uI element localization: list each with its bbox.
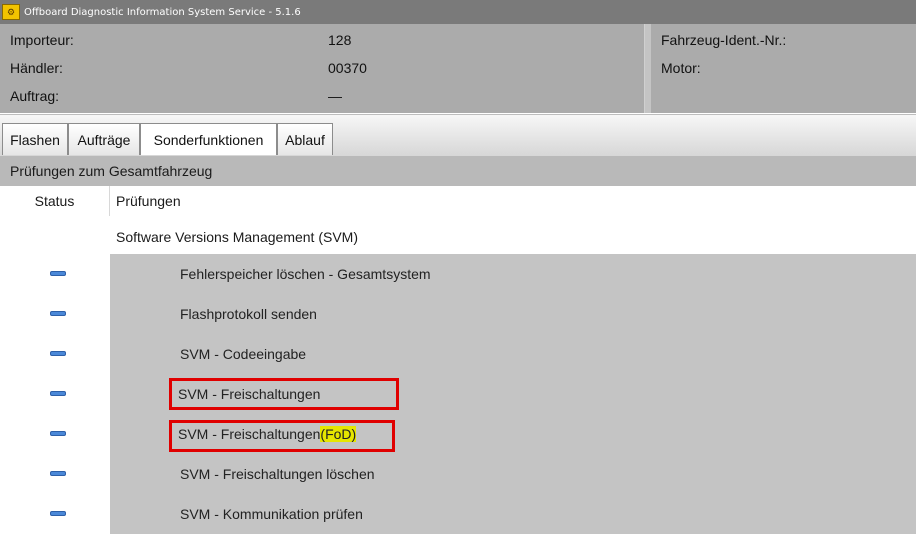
list-item[interactable]: Flashprotokoll senden xyxy=(0,294,916,334)
tab-bar: Flashen Aufträge Sonderfunktionen Ablauf xyxy=(0,114,916,157)
haendler-label: Händler: xyxy=(10,60,63,76)
importeur-value: 128 xyxy=(328,32,352,48)
column-header-status: Status xyxy=(0,186,110,216)
group-title-svm: Software Versions Management (SVM) xyxy=(116,229,358,245)
vehicle-info-panel: Fahrzeug-Ident.-Nr.: Motor: xyxy=(651,24,916,113)
highlight-box-freischaltungen-fod xyxy=(169,420,395,452)
highlight-box-freischaltungen xyxy=(169,378,399,410)
tab-auftraege[interactable]: Aufträge xyxy=(68,123,140,155)
status-indicator-icon xyxy=(50,391,66,396)
status-indicator-icon xyxy=(50,311,66,316)
list-item-label: Flashprotokoll senden xyxy=(180,306,317,322)
list-item[interactable]: SVM - Codeeingabe xyxy=(0,334,916,374)
status-indicator-icon xyxy=(50,511,66,516)
haendler-value: 00370 xyxy=(328,60,367,76)
dealer-info-panel: Importeur: 128 Händler: 00370 Auftrag: — xyxy=(0,24,645,113)
list-item[interactable]: SVM - Freischaltungen löschen xyxy=(0,454,916,494)
motor-label: Motor: xyxy=(661,60,701,76)
title-bar: ⚙ Offboard Diagnostic Information System… xyxy=(0,0,916,24)
section-header: Prüfungen zum Gesamtfahrzeug xyxy=(0,156,916,186)
auftrag-label: Auftrag: xyxy=(10,88,60,104)
column-header-pruefungen: Prüfungen xyxy=(116,193,181,209)
importeur-label: Importeur: xyxy=(10,32,74,48)
list-item[interactable]: SVM - Freischaltungen xyxy=(0,374,916,414)
list-item[interactable]: SVM - Freischaltungen (FoD) xyxy=(0,414,916,454)
tab-sonderfunktionen[interactable]: Sonderfunktionen xyxy=(140,123,277,155)
car-engine-icon: ⚙ xyxy=(2,4,20,20)
status-indicator-icon xyxy=(50,431,66,436)
list-item[interactable]: SVM - Kommunikation prüfen xyxy=(0,494,916,534)
list-item[interactable]: Fehlerspeicher löschen - Gesamtsystem xyxy=(0,254,916,294)
vin-label: Fahrzeug-Ident.-Nr.: xyxy=(661,32,787,48)
list-item-label: SVM - Freischaltungen löschen xyxy=(180,466,375,482)
auftrag-value: — xyxy=(328,88,342,104)
status-indicator-icon xyxy=(50,271,66,276)
status-indicator-icon xyxy=(50,471,66,476)
tab-ablauf[interactable]: Ablauf xyxy=(277,123,333,155)
list-item-label: Fehlerspeicher löschen - Gesamtsystem xyxy=(180,266,431,282)
list-item-label: SVM - Kommunikation prüfen xyxy=(180,506,363,522)
window-title: Offboard Diagnostic Information System S… xyxy=(24,6,301,18)
tab-flashen[interactable]: Flashen xyxy=(2,123,68,155)
status-indicator-icon xyxy=(50,351,66,356)
list-item-label: SVM - Codeeingabe xyxy=(180,346,307,362)
